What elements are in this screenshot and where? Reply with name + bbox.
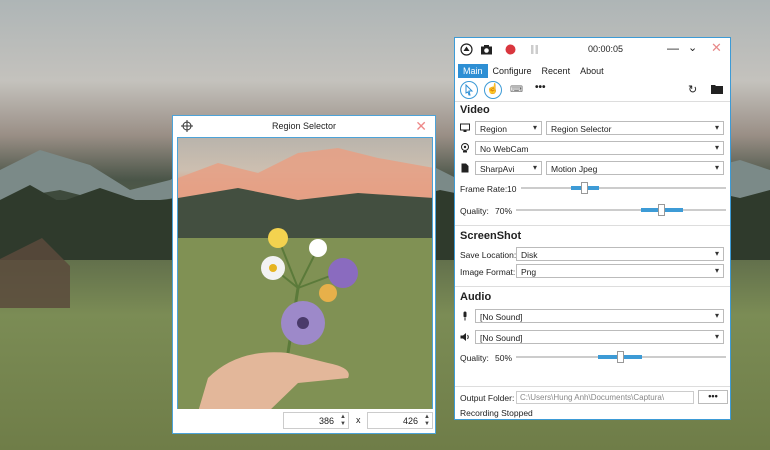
divider <box>455 225 730 226</box>
microphone-icon <box>463 311 467 321</box>
save-location-label: Save Location: <box>460 250 517 260</box>
chevron-down-double-icon[interactable]: ⌄ <box>688 41 697 54</box>
divider <box>455 386 730 387</box>
audio-quality-slider[interactable] <box>516 349 726 365</box>
audio-quality-label: Quality: <box>460 353 489 363</box>
toolbar: ☝ ⌨ ••• ↻ <box>455 80 730 102</box>
region-title: Region Selector <box>271 121 337 131</box>
slider-track <box>516 209 726 211</box>
cursor-toggle-button[interactable] <box>460 81 478 99</box>
codec-value: Motion Jpeg <box>551 164 598 174</box>
audio-quality-value: 50% <box>495 353 513 363</box>
speaker-icon <box>460 333 469 341</box>
size-separator: x <box>356 415 361 425</box>
chevron-down-icon: ▾ <box>714 332 719 341</box>
microphone-select[interactable]: [No Sound] ▾ <box>475 309 724 323</box>
video-source-value: Region <box>480 124 507 134</box>
control-bar: 00:00:05 — ⌄ ✕ <box>455 38 730 62</box>
tab-about[interactable]: About <box>575 64 609 78</box>
tab-configure[interactable]: Configure <box>488 64 537 78</box>
collapse-up-icon[interactable] <box>460 43 473 56</box>
stepper-arrows-icon[interactable]: ▲ ▼ <box>424 414 430 428</box>
width-value: 386 <box>318 416 334 426</box>
speaker-select[interactable]: [No Sound] ▾ <box>475 330 724 344</box>
chevron-down-icon: ▾ <box>714 249 719 258</box>
tab-recent[interactable]: Recent <box>537 64 576 78</box>
chevron-down-icon: ▾ <box>714 266 719 275</box>
monitor-icon <box>460 123 470 132</box>
video-quality-value: 70% <box>495 206 513 216</box>
codec-select[interactable]: Motion Jpeg ▾ <box>546 161 724 175</box>
video-target-select[interactable]: Region Selector ▾ <box>546 121 724 135</box>
slider-thumb[interactable] <box>658 204 665 216</box>
chevron-down-icon: ▾ <box>714 143 719 152</box>
region-size-bar: 386 ▲ ▼ x 426 ▲ ▼ <box>173 409 435 433</box>
main-menu: Main Configure Recent About <box>458 64 609 78</box>
region-selector-window[interactable]: Region Selector ✕ 386 ▲ ▼ x 426 ▲ ▼ <box>172 115 436 434</box>
captura-main-window: 00:00:05 — ⌄ ✕ Main Configure Recent About … <box>454 37 731 420</box>
chevron-down-icon: ▾ <box>532 163 537 172</box>
file-icon <box>461 163 469 173</box>
video-heading: Video <box>460 104 490 116</box>
encoder-value: SharpAvi <box>480 164 515 174</box>
tab-main[interactable]: Main <box>458 64 488 78</box>
frame-rate-slider[interactable] <box>521 180 726 196</box>
width-stepper[interactable]: 386 ▲ ▼ <box>283 412 349 429</box>
click-toggle-button[interactable]: ☝ <box>484 81 502 99</box>
camera-icon[interactable] <box>480 43 493 56</box>
output-folder-input[interactable]: C:\Users\Hung Anh\Documents\Captura\ <box>516 391 694 404</box>
speaker-value: [No Sound] <box>480 333 523 343</box>
captured-region-preview <box>177 137 433 411</box>
microphone-value: [No Sound] <box>480 312 523 322</box>
image-format-value: Png <box>521 267 537 277</box>
status-text: Recording Stopped <box>460 408 533 418</box>
video-quality-slider[interactable] <box>516 202 726 218</box>
audio-heading: Audio <box>460 291 492 303</box>
divider <box>455 101 730 102</box>
video-source-select[interactable]: Region ▾ <box>475 121 542 135</box>
record-icon[interactable] <box>504 43 517 56</box>
save-location-select[interactable]: Disk ▾ <box>516 247 724 261</box>
minimize-icon[interactable]: — <box>667 41 679 55</box>
video-quality-label: Quality: <box>460 206 489 216</box>
webcam-select[interactable]: No WebCam ▾ <box>475 141 724 155</box>
divider <box>455 286 730 287</box>
image-format-label: Image Format: <box>460 267 516 277</box>
screenshot-heading: ScreenShot <box>460 230 522 242</box>
chevron-down-icon: ▾ <box>714 163 719 172</box>
more-options-icon[interactable]: ••• <box>535 82 546 93</box>
frame-rate-value: 10 <box>507 184 517 194</box>
height-value: 426 <box>402 416 418 426</box>
encoder-select[interactable]: SharpAvi ▾ <box>475 161 542 175</box>
pause-icon[interactable] <box>528 43 541 56</box>
close-icon[interactable]: ✕ <box>711 40 722 56</box>
webcam-icon <box>461 143 469 153</box>
height-stepper[interactable]: 426 ▲ ▼ <box>367 412 433 429</box>
cursor-icon <box>465 83 474 96</box>
chevron-down-icon: ▾ <box>714 123 719 132</box>
output-folder-label: Output Folder: <box>460 393 515 403</box>
folder-icon[interactable] <box>711 84 723 94</box>
refresh-icon[interactable]: ↻ <box>688 83 697 96</box>
browse-folder-button[interactable]: ••• <box>698 390 728 404</box>
chevron-down-icon: ▾ <box>714 311 719 320</box>
keyboard-icon[interactable]: ⌨ <box>510 84 523 95</box>
webcam-value: No WebCam <box>480 144 529 154</box>
video-target-value: Region Selector <box>551 124 612 134</box>
slider-thumb[interactable] <box>581 182 588 194</box>
slider-thumb[interactable] <box>617 351 624 363</box>
stepper-arrows-icon[interactable]: ▲ ▼ <box>340 414 346 428</box>
image-format-select[interactable]: Png ▾ <box>516 264 724 278</box>
frame-rate-label: Frame Rate: <box>460 184 508 194</box>
chevron-down-icon: ▾ <box>532 123 537 132</box>
recording-timer: 00:00:05 <box>588 44 624 54</box>
hand-pointer-icon: ☝ <box>486 84 500 95</box>
close-icon[interactable]: ✕ <box>415 119 427 133</box>
slider-track <box>521 187 726 189</box>
region-titlebar[interactable]: Region Selector ✕ <box>173 116 435 136</box>
save-location-value: Disk <box>521 250 538 260</box>
